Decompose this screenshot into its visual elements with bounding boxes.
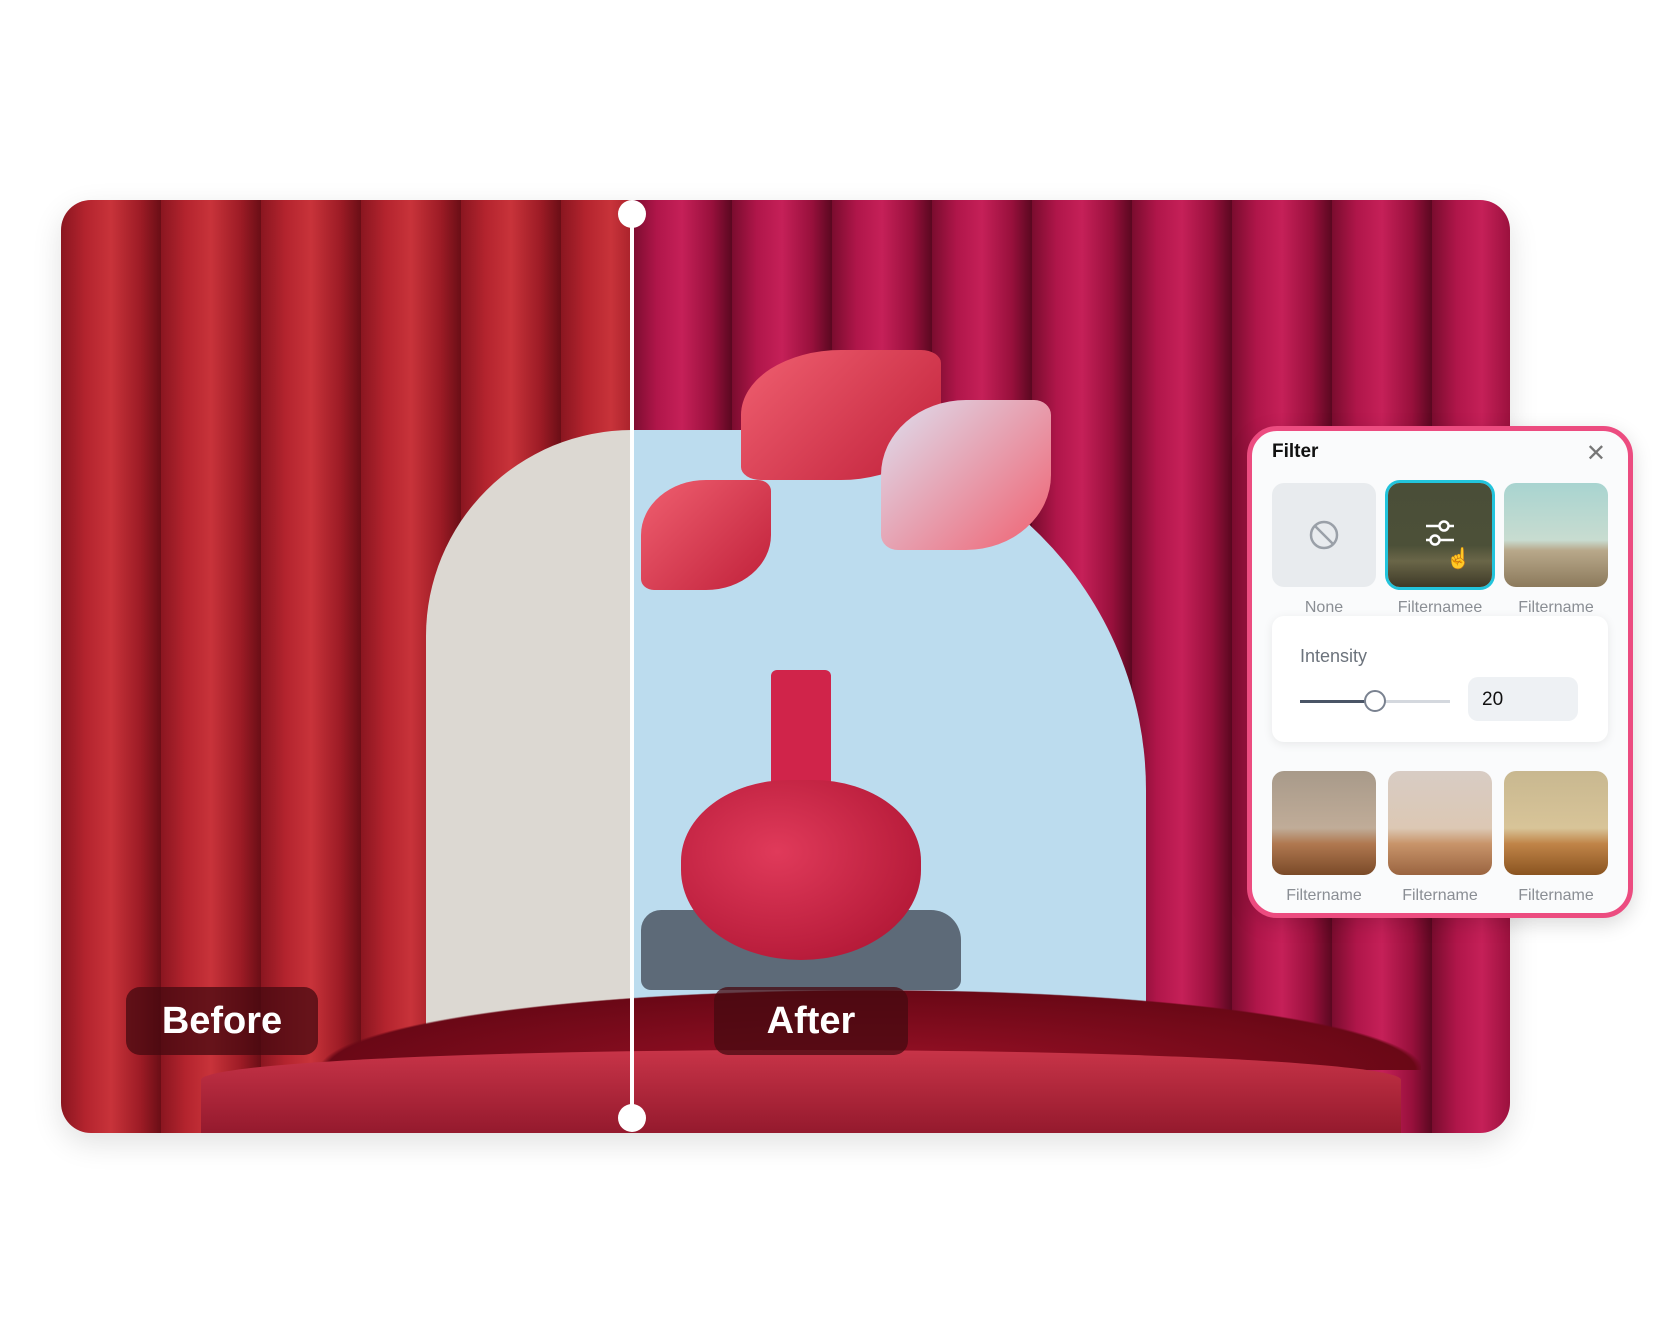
filter-name: Filtername bbox=[1402, 887, 1478, 904]
filter-none[interactable] bbox=[1272, 483, 1376, 587]
filter-name: Filtername bbox=[1518, 887, 1594, 904]
filter-panel: Filter ✕ None ☝ Filternamee Filtername I… bbox=[1247, 426, 1633, 918]
intensity-value-input[interactable]: 20 bbox=[1468, 677, 1578, 721]
close-icon[interactable]: ✕ bbox=[1586, 439, 1606, 468]
slider-handle[interactable] bbox=[1364, 690, 1386, 712]
before-label: Before bbox=[126, 987, 318, 1055]
intensity-slider[interactable] bbox=[1300, 690, 1450, 712]
filter-item[interactable] bbox=[1388, 771, 1492, 875]
intensity-popover: Intensity 20 bbox=[1272, 616, 1608, 742]
divider-handle-bottom[interactable] bbox=[618, 1104, 646, 1132]
sliders-icon: ☝ bbox=[1426, 520, 1471, 570]
no-symbol-icon bbox=[1309, 520, 1339, 550]
filter-item-selected[interactable]: ☝ bbox=[1388, 483, 1492, 587]
vase bbox=[681, 670, 921, 1010]
pedestal bbox=[201, 1050, 1401, 1133]
flower bbox=[641, 480, 771, 590]
filter-name: Filternamee bbox=[1397, 599, 1483, 616]
filter-item[interactable] bbox=[1504, 771, 1608, 875]
filter-item[interactable] bbox=[1504, 483, 1608, 587]
filter-name: None bbox=[1304, 599, 1344, 616]
flower bbox=[881, 400, 1051, 550]
after-label: After bbox=[714, 987, 908, 1055]
panel-title: Filter bbox=[1272, 441, 1319, 462]
filter-name: Filtername bbox=[1518, 599, 1594, 616]
intensity-label: Intensity bbox=[1300, 646, 1368, 666]
filter-name: Filtername bbox=[1286, 887, 1362, 904]
hand-cursor-icon: ☝ bbox=[1446, 546, 1471, 570]
divider-handle-top[interactable] bbox=[618, 200, 646, 228]
comparison-divider[interactable] bbox=[630, 214, 634, 1118]
filter-item[interactable] bbox=[1272, 771, 1376, 875]
